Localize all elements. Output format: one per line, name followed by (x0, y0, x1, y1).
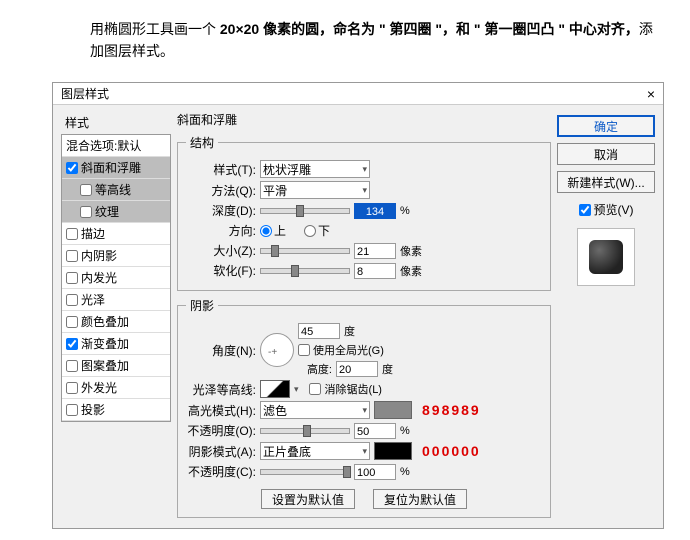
style-item-10[interactable]: 图案叠加 (62, 355, 170, 377)
angle-wheel[interactable]: -+ (260, 333, 294, 367)
style-item-5[interactable]: 内阴影 (62, 245, 170, 267)
style-label: 混合选项:默认 (66, 137, 141, 154)
shadow-hex-label: 000000 (422, 443, 481, 459)
style-checkbox-8[interactable] (66, 316, 78, 328)
dialog-titlebar: 图层样式 × (53, 83, 663, 105)
style-item-3[interactable]: 纹理 (62, 201, 170, 223)
style-item-6[interactable]: 内发光 (62, 267, 170, 289)
shadow-color-swatch[interactable] (374, 442, 412, 460)
soften-input[interactable]: 8 (354, 263, 396, 279)
style-label: 渐变叠加 (81, 335, 129, 352)
shadow-opacity-input[interactable]: 100 (354, 464, 396, 480)
angle-input[interactable]: 45 (298, 323, 340, 339)
style-checkbox-10[interactable] (66, 360, 78, 372)
reset-default-button[interactable]: 复位为默认值 (373, 489, 467, 509)
highlight-color-swatch[interactable] (374, 401, 412, 419)
shadow-mode-select[interactable]: 正片叠底▾ (260, 442, 370, 460)
style-item-8[interactable]: 颜色叠加 (62, 311, 170, 333)
style-checkbox-9[interactable] (66, 338, 78, 350)
soften-slider[interactable] (260, 268, 350, 274)
highlight-mode-select[interactable]: 滤色▾ (260, 401, 370, 419)
style-checkbox-3[interactable] (80, 206, 92, 218)
style-label: 光泽 (81, 291, 105, 308)
structure-fieldset: 结构 样式(T): 枕状浮雕▾ 方法(Q): 平滑▾ 深度(D): 134 % … (177, 134, 551, 291)
style-label: 颜色叠加 (81, 313, 129, 330)
style-label: 等高线 (95, 181, 131, 198)
shadow-opacity-slider[interactable] (260, 469, 350, 475)
antialias-checkbox[interactable] (309, 383, 321, 395)
chevron-down-icon: ▾ (362, 405, 367, 416)
style-label: 描边 (81, 225, 105, 242)
style-checkbox-1[interactable] (66, 162, 78, 174)
chevron-down-icon: ▾ (362, 446, 367, 457)
dialog-title: 图层样式 (61, 85, 109, 102)
new-style-button[interactable]: 新建样式(W)... (557, 171, 655, 193)
instruction-text: 用椭圆形工具画一个 20×20 像素的圆，命名为 " 第四圈 "，和 " 第一圈… (90, 18, 660, 62)
size-slider[interactable] (260, 248, 350, 254)
cancel-button[interactable]: 取消 (557, 143, 655, 165)
styles-list: 混合选项:默认斜面和浮雕等高线纹理描边内阴影内发光光泽颜色叠加渐变叠加图案叠加外… (61, 134, 171, 422)
chevron-down-icon: ▾ (362, 185, 367, 196)
chevron-down-icon: ▾ (362, 164, 367, 175)
style-label: 外发光 (81, 379, 117, 396)
preview-checkbox[interactable] (579, 204, 591, 216)
gloss-contour-swatch[interactable] (260, 380, 290, 398)
size-input[interactable]: 21 (354, 243, 396, 259)
ok-button[interactable]: 确定 (557, 115, 655, 137)
style-checkbox-6[interactable] (66, 272, 78, 284)
style-label: 图案叠加 (81, 357, 129, 374)
style-checkbox-2[interactable] (80, 184, 92, 196)
style-label: 斜面和浮雕 (81, 159, 141, 176)
style-item-9[interactable]: 渐变叠加 (62, 333, 170, 355)
preview-swatch (577, 228, 635, 286)
style-checkbox-4[interactable] (66, 228, 78, 240)
style-item-11[interactable]: 外发光 (62, 377, 170, 399)
depth-slider[interactable] (260, 208, 350, 214)
close-icon[interactable]: × (647, 86, 655, 102)
direction-down-radio[interactable]: 下 (304, 222, 330, 239)
styles-heading: 样式 (61, 111, 171, 134)
style-label: 内发光 (81, 269, 117, 286)
section-title: 斜面和浮雕 (177, 111, 551, 128)
style-item-2[interactable]: 等高线 (62, 179, 170, 201)
style-item-0[interactable]: 混合选项:默认 (62, 135, 170, 157)
style-checkbox-12[interactable] (66, 404, 78, 416)
style-label: 内阴影 (81, 247, 117, 264)
style-checkbox-11[interactable] (66, 382, 78, 394)
set-default-button[interactable]: 设置为默认值 (261, 489, 355, 509)
style-item-1[interactable]: 斜面和浮雕 (62, 157, 170, 179)
style-item-12[interactable]: 投影 (62, 399, 170, 421)
highlight-opacity-slider[interactable] (260, 428, 350, 434)
chevron-down-icon[interactable]: ▾ (294, 384, 299, 395)
style-item-4[interactable]: 描边 (62, 223, 170, 245)
style-checkbox-7[interactable] (66, 294, 78, 306)
shadow-fieldset: 阴影 角度(N): -+ 45 度 使用全局光(G) (177, 297, 551, 518)
style-checkbox-5[interactable] (66, 250, 78, 262)
method-select[interactable]: 平滑▾ (260, 181, 370, 199)
style-label: 投影 (81, 401, 105, 418)
depth-input[interactable]: 134 (354, 203, 396, 219)
highlight-opacity-input[interactable]: 50 (354, 423, 396, 439)
style-label: 纹理 (95, 203, 119, 220)
highlight-hex-label: 898989 (422, 402, 481, 418)
direction-up-radio[interactable]: 上 (260, 222, 286, 239)
layer-style-dialog: 图层样式 × 样式 混合选项:默认斜面和浮雕等高线纹理描边内阴影内发光光泽颜色叠… (52, 82, 664, 529)
style-item-7[interactable]: 光泽 (62, 289, 170, 311)
style-select[interactable]: 枕状浮雕▾ (260, 160, 370, 178)
global-light-checkbox[interactable] (298, 344, 310, 356)
altitude-input[interactable]: 20 (336, 361, 378, 377)
